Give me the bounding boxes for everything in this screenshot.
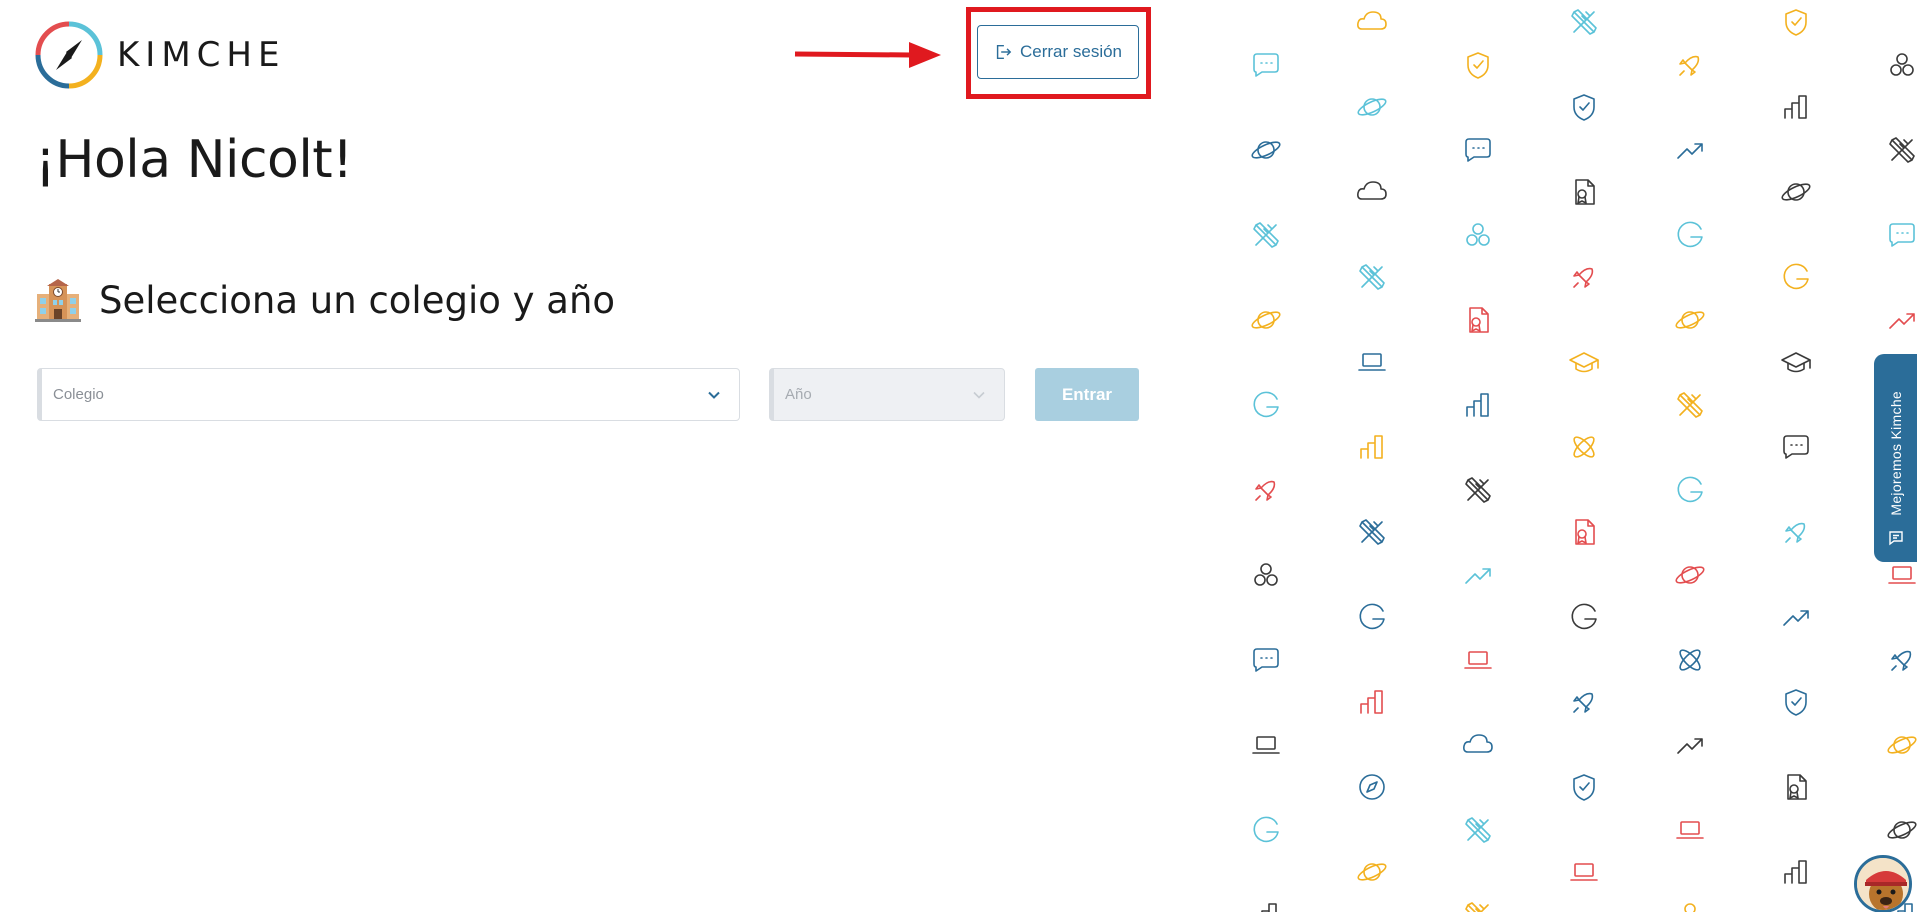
planet-icon [1887,736,1917,754]
kimche-logo[interactable]: KIMCHE [35,20,285,90]
feedback-chat-icon [1888,531,1903,546]
planet-icon [1887,821,1917,839]
dog-avatar-icon [1857,858,1909,910]
school-select[interactable]: Colegio [37,368,740,421]
pencil-ruler-icon [1465,902,1489,912]
support-avatar[interactable] [1854,855,1912,912]
certificate-icon [1787,774,1807,800]
pencil-ruler-icon [1571,9,1597,35]
greeting-title: ¡Hola Nicolt! [35,130,353,190]
pencil-ruler-icon [1253,222,1279,248]
rocket-icon [1785,522,1806,543]
section-title: Selecciona un colegio y año [35,278,615,322]
bar-chart-icon [1784,95,1807,119]
planet-icon [1357,98,1387,116]
trending-up-icon [1465,568,1491,584]
graduation-cap-icon [1569,352,1599,373]
trending-up-icon [1783,610,1809,626]
planet-icon [1675,311,1705,329]
year-select-placeholder: Año [785,386,812,403]
bar-chart-icon [1360,690,1383,714]
shield-check-icon [1785,689,1807,716]
shield-check-icon [1573,774,1595,801]
google-icon [1253,391,1279,418]
trending-up-icon [1677,738,1703,754]
logout-label: Cerrar sesión [1019,42,1123,61]
feedback-tab-label: Mejoremos Kimche [1887,391,1904,516]
annotation-arrow [794,42,941,68]
google-icon [1677,221,1703,248]
graduation-cap-icon [1781,352,1811,373]
logo-text: KIMCHE [117,35,286,75]
chat-icon [1465,138,1491,162]
google-icon [1677,476,1703,503]
rocket-icon [1891,650,1912,671]
section-title-text: Selecciona un colegio y año [99,278,616,322]
pencil-ruler-icon [1465,477,1491,503]
rocket-icon [1573,692,1594,713]
cloud-icon [1463,734,1493,753]
enter-button[interactable]: Entrar [1035,368,1139,421]
planet-icon [1357,863,1387,881]
circles-icon [1684,903,1696,912]
bar-chart-icon [1466,393,1489,417]
atom-icon [1573,436,1595,458]
shield-check-icon [1785,9,1807,36]
certificate-icon [1575,519,1595,545]
certificate-icon [1575,179,1595,205]
chat-icon [1889,223,1915,247]
circles-icon [1254,563,1278,586]
school-building-icon [35,279,81,322]
planet-icon [1251,141,1281,159]
laptop-icon [1464,651,1492,669]
google-icon [1359,603,1385,630]
rocket-icon [1255,480,1276,501]
shield-check-icon [1573,94,1595,121]
pencil-ruler-icon [1677,392,1703,418]
pencil-ruler-icon [1359,264,1385,290]
google-icon [1783,263,1809,290]
chat-icon [1253,648,1279,672]
compass-icon [1359,774,1385,800]
pencil-ruler-icon [1465,817,1491,843]
year-select[interactable]: Año [769,368,1005,421]
circles-icon [1890,53,1914,76]
logout-button[interactable]: Cerrar sesión [977,25,1139,79]
bar-chart-icon [1360,435,1383,459]
circles-icon [1466,223,1490,246]
laptop-icon [1252,736,1280,754]
cloud-icon [1357,11,1387,30]
trending-up-icon [1677,143,1703,159]
pencil-ruler-icon [1889,137,1915,163]
laptop-icon [1888,566,1916,584]
chat-icon [1253,53,1279,77]
logout-icon [996,44,1012,60]
laptop-icon [1570,863,1598,881]
planet-icon [1781,183,1811,201]
atom-icon [1679,649,1701,671]
certificate-icon [1469,307,1489,333]
compass-logo-icon [35,21,103,89]
rocket-icon [1679,55,1700,76]
cloud-icon [1357,181,1387,200]
feedback-tab[interactable]: Mejoremos Kimche [1874,354,1917,562]
decorative-icon-pattern [1215,0,1917,912]
laptop-icon [1358,353,1386,371]
pencil-ruler-icon [1359,519,1385,545]
laptop-icon [1676,821,1704,839]
bar-chart-icon [1261,903,1277,912]
chevron-down-icon [973,391,985,399]
google-icon [1571,603,1597,630]
planet-icon [1251,311,1281,329]
shield-check-icon [1467,52,1489,79]
trending-up-icon [1889,313,1915,329]
chevron-down-icon [708,391,720,399]
chat-icon [1783,435,1809,459]
planet-icon [1675,566,1705,584]
bar-chart-icon [1784,860,1807,884]
google-icon [1253,816,1279,843]
rocket-icon [1573,267,1594,288]
school-select-placeholder: Colegio [53,386,104,403]
